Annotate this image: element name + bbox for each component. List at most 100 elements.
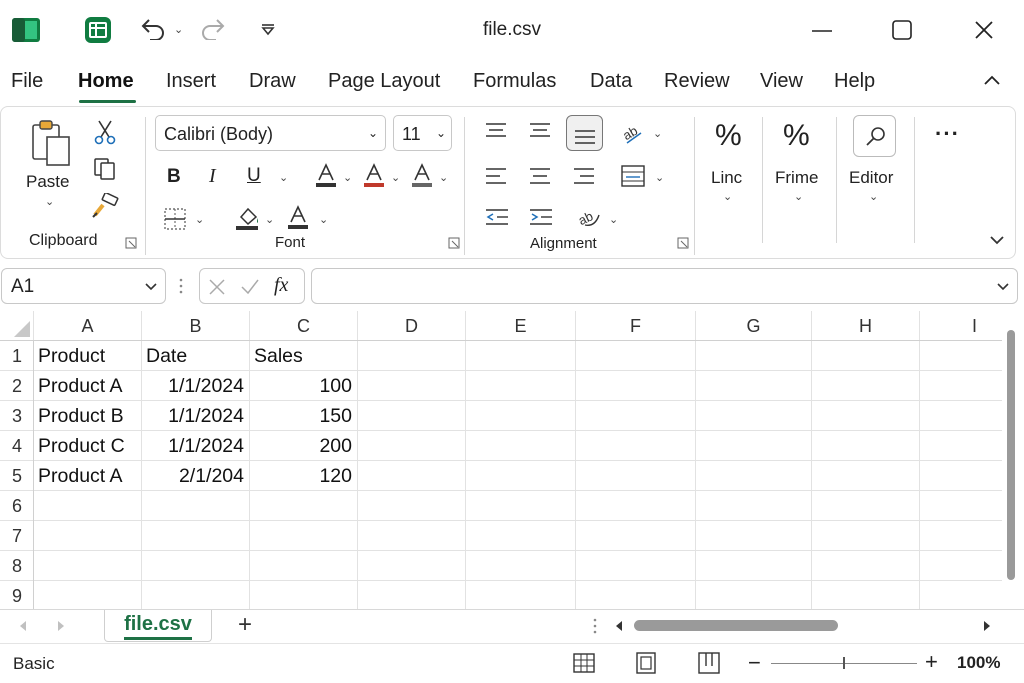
row-header-9[interactable]: 9 xyxy=(0,581,34,609)
cell-b4[interactable]: 1/1/2024 xyxy=(142,431,249,461)
sheet-tab-file-csv[interactable]: file.csv xyxy=(104,610,212,642)
cell-b1[interactable]: Date xyxy=(142,341,249,371)
decrease-indent-icon[interactable] xyxy=(485,208,509,228)
column-header-e[interactable]: E xyxy=(466,311,576,341)
name-box[interactable]: A1 xyxy=(1,268,166,304)
font-color-dark-chevron-icon[interactable]: ⌄ xyxy=(343,171,352,184)
increase-indent-icon[interactable] xyxy=(529,208,553,228)
formula-bar-grip-icon[interactable] xyxy=(178,277,184,295)
column-header-i[interactable]: I xyxy=(920,311,1002,341)
clipboard-launcher-icon[interactable] xyxy=(125,237,137,249)
font-effects-icon[interactable] xyxy=(411,163,433,189)
zoom-level[interactable]: 100% xyxy=(957,653,1000,673)
underline-chevron-icon[interactable]: ⌄ xyxy=(279,171,288,184)
merge-chevron-icon[interactable]: ⌄ xyxy=(655,171,664,184)
paste-button[interactable]: Paste xyxy=(26,172,69,192)
font-launcher-icon[interactable] xyxy=(448,237,460,249)
orientation-chevron-icon[interactable]: ⌄ xyxy=(653,127,662,140)
copy-icon[interactable] xyxy=(93,157,117,181)
expand-ribbon-icon[interactable] xyxy=(989,235,1005,245)
tab-insert[interactable]: Insert xyxy=(166,70,216,93)
more-options-button[interactable]: ··· xyxy=(935,121,960,147)
cancel-icon[interactable] xyxy=(208,278,226,296)
zoom-slider-thumb[interactable] xyxy=(843,657,845,669)
row-header-3[interactable]: 3 xyxy=(0,401,34,431)
styles-button[interactable]: Frime xyxy=(775,168,818,188)
fill-color-icon[interactable] xyxy=(235,205,261,231)
align-top-icon[interactable] xyxy=(485,122,507,140)
styles-chevron-icon[interactable]: ⌄ xyxy=(794,190,803,203)
editor-chevron-icon[interactable]: ⌄ xyxy=(869,190,878,203)
align-center-icon[interactable] xyxy=(529,167,551,187)
italic-button[interactable]: I xyxy=(209,165,216,188)
fill-color-chevron-icon[interactable]: ⌄ xyxy=(265,213,274,226)
spreadsheet-grid[interactable]: ABCDEFGHI 123456789 Product Date Sales Prod… xyxy=(0,311,1002,609)
row-header-1[interactable]: 1 xyxy=(0,341,34,371)
row-header-2[interactable]: 2 xyxy=(0,371,34,401)
cell-c2[interactable]: 100 xyxy=(250,371,357,401)
font-color-dark-icon[interactable] xyxy=(315,163,337,189)
cell-c4[interactable]: 200 xyxy=(250,431,357,461)
page-layout-view-icon[interactable] xyxy=(636,652,656,674)
horizontal-scrollbar-thumb[interactable] xyxy=(634,620,838,631)
find-button[interactable] xyxy=(853,115,896,157)
font-color-red-icon[interactable] xyxy=(363,163,385,189)
orientation-icon[interactable]: ab xyxy=(621,121,647,145)
column-header-d[interactable]: D xyxy=(358,311,466,341)
tab-page-layout[interactable]: Page Layout xyxy=(328,70,440,93)
prev-sheet-icon[interactable] xyxy=(18,620,28,632)
normal-view-icon[interactable] xyxy=(573,653,595,673)
bold-button[interactable]: B xyxy=(167,166,181,188)
enter-icon[interactable] xyxy=(240,278,260,296)
font-name-select[interactable]: Calibri (Body) ⌄ xyxy=(155,115,386,151)
expand-formula-icon[interactable] xyxy=(996,282,1010,292)
maximize-icon[interactable] xyxy=(892,20,912,40)
minimize-icon[interactable] xyxy=(812,29,832,33)
tab-file[interactable]: File xyxy=(11,70,43,93)
number-format-button[interactable]: Linc xyxy=(711,168,742,188)
font-effects-chevron-icon[interactable]: ⌄ xyxy=(439,171,448,184)
zoom-out-button[interactable]: − xyxy=(748,650,761,676)
cell-c1[interactable]: Sales xyxy=(250,341,357,371)
paste-icon[interactable] xyxy=(29,119,73,167)
paste-chevron-icon[interactable]: ⌄ xyxy=(45,195,54,208)
format-painter-icon[interactable] xyxy=(91,193,119,219)
scroll-left-icon[interactable] xyxy=(614,620,624,632)
alignment-launcher-icon[interactable] xyxy=(677,237,689,249)
number-chevron-icon[interactable]: ⌄ xyxy=(723,190,732,203)
tab-formulas[interactable]: Formulas xyxy=(473,70,556,93)
scroll-right-icon[interactable] xyxy=(982,620,992,632)
cell-b2[interactable]: 1/1/2024 xyxy=(142,371,249,401)
borders-chevron-icon[interactable]: ⌄ xyxy=(195,213,204,226)
close-icon[interactable] xyxy=(974,20,994,40)
underline-button[interactable]: U xyxy=(247,165,261,187)
align-middle-icon[interactable] xyxy=(529,122,551,140)
cell-a4[interactable]: Product C xyxy=(34,431,141,461)
tab-home[interactable]: Home xyxy=(78,70,134,93)
font-color-red-chevron-icon[interactable]: ⌄ xyxy=(391,171,400,184)
vertical-scrollbar-thumb[interactable] xyxy=(1007,330,1015,580)
tabs-splitter-icon[interactable] xyxy=(592,617,598,635)
wrap-text-chevron-icon[interactable]: ⌄ xyxy=(609,213,618,226)
column-header-g[interactable]: G xyxy=(696,311,812,341)
font-color-chevron-icon[interactable]: ⌄ xyxy=(319,213,328,226)
number-percent-icon[interactable]: % xyxy=(715,119,742,153)
zoom-in-button[interactable]: + xyxy=(925,649,938,675)
cell-a1[interactable]: Product xyxy=(34,341,141,371)
add-sheet-button[interactable]: + xyxy=(238,611,252,639)
font-size-select[interactable]: 11 ⌄ xyxy=(393,115,452,151)
tab-view[interactable]: View xyxy=(760,70,803,93)
tab-draw[interactable]: Draw xyxy=(249,70,296,93)
column-header-a[interactable]: A xyxy=(34,311,142,341)
styles-percent-icon[interactable]: % xyxy=(783,119,810,153)
column-header-h[interactable]: H xyxy=(812,311,920,341)
align-left-icon[interactable] xyxy=(485,167,507,187)
insert-function-button[interactable]: fx xyxy=(274,274,288,297)
row-header-8[interactable]: 8 xyxy=(0,551,34,581)
next-sheet-icon[interactable] xyxy=(56,620,66,632)
tab-help[interactable]: Help xyxy=(834,70,875,93)
wrap-text-icon[interactable]: ab xyxy=(577,205,603,229)
collapse-ribbon-icon[interactable] xyxy=(983,74,1001,86)
cell-b3[interactable]: 1/1/2024 xyxy=(142,401,249,431)
editor-button[interactable]: Editor xyxy=(849,168,893,188)
